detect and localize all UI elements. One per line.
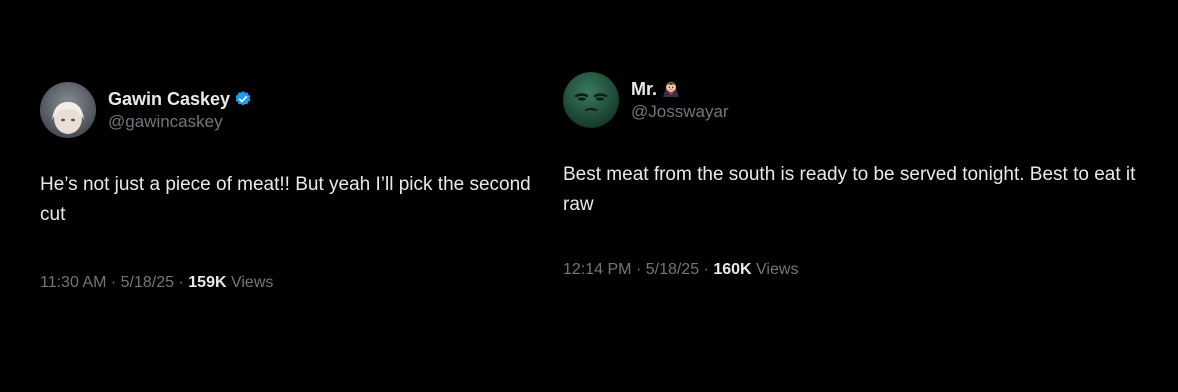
meta-separator: · bbox=[703, 261, 709, 278]
meta-separator: · bbox=[110, 274, 117, 291]
views-count: 159K bbox=[188, 274, 227, 291]
tweet-text: Best meat from the south is ready to be … bbox=[563, 164, 1136, 215]
views-label: Views bbox=[230, 274, 274, 291]
meta-separator: · bbox=[635, 261, 642, 278]
tweet-header: Mr. @Josswayar bbox=[563, 72, 1163, 128]
user-handle[interactable]: @gawincaskey bbox=[108, 111, 252, 133]
tweet-josswayar[interactable]: Mr. @Josswayar Best meat from the south … bbox=[563, 72, 1163, 280]
tweet-meta: 11:30 AM · 5/18/25 · 159K Views bbox=[40, 273, 550, 293]
avatar[interactable] bbox=[563, 72, 619, 128]
display-name[interactable]: Gawin Caskey bbox=[108, 88, 230, 110]
verified-badge-icon bbox=[234, 90, 252, 108]
display-name[interactable]: Mr. bbox=[631, 78, 657, 100]
views-label: Views bbox=[756, 261, 799, 278]
tweet-time[interactable]: 11:30 AM bbox=[40, 274, 106, 291]
user-handle[interactable]: @Josswayar bbox=[631, 101, 729, 123]
tweet-date[interactable]: 5/18/25 bbox=[646, 261, 699, 278]
tweet-meta: 12:14 PM · 5/18/25 · 160K Views bbox=[563, 260, 1163, 280]
meta-separator: · bbox=[178, 274, 184, 291]
tweet-header: Gawin Caskey @gawincaskey bbox=[40, 82, 550, 138]
tweet-date[interactable]: 5/18/25 bbox=[121, 274, 174, 291]
views-count: 160K bbox=[713, 261, 752, 278]
avatar[interactable] bbox=[40, 82, 96, 138]
tweet-gawincaskey[interactable]: Gawin Caskey @gawincaskey He’s not just … bbox=[40, 82, 550, 293]
tweet-time[interactable]: 12:14 PM bbox=[563, 261, 631, 278]
tweet-text: He’s not just a piece of meat!! But yeah… bbox=[40, 174, 531, 225]
vampire-emoji-icon bbox=[661, 79, 681, 99]
